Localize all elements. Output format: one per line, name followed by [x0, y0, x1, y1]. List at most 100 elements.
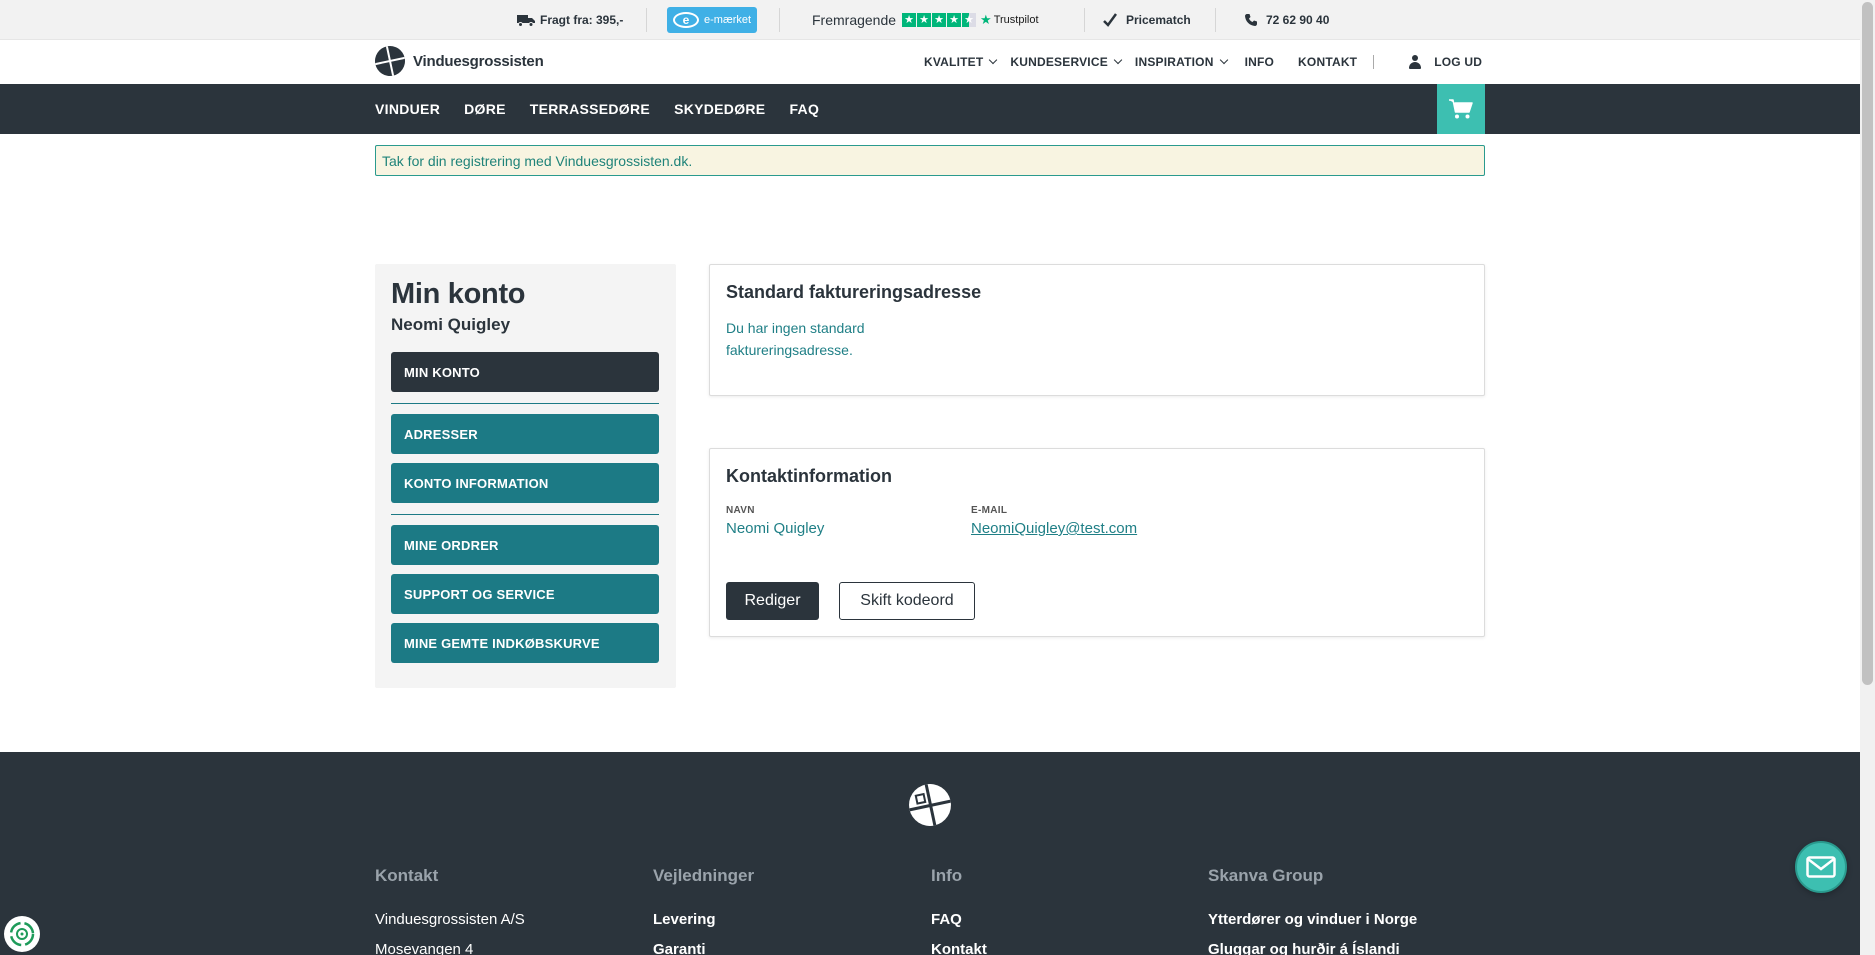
nav-label: KONTAKT: [1298, 55, 1358, 69]
footer-text: Vinduesgrossisten A/S: [375, 911, 525, 928]
trustpilot-logo: ★ Trustpilot: [980, 12, 1038, 28]
chat-button[interactable]: [1795, 841, 1847, 893]
account-sidebar: Min konto Neomi Quigley MIN KONTO ADRESS…: [375, 264, 676, 688]
top-navigation: KVALITET KUNDESERVICE INSPIRATION INFO K…: [924, 40, 1482, 84]
user-icon: [1408, 55, 1422, 69]
phone-usp[interactable]: 72 62 90 40: [1244, 0, 1329, 40]
sidebar-item-mine-ordrer[interactable]: MINE ORDRER: [391, 525, 659, 565]
site-logo[interactable]: Vinduesgrossisten: [372, 43, 544, 79]
logout-link[interactable]: LOG UD: [1408, 55, 1482, 69]
sidebar-divider: [391, 403, 659, 404]
nav-kvalitet[interactable]: KVALITET: [924, 55, 998, 69]
pricematch-usp[interactable]: Pricematch: [1103, 0, 1191, 40]
site-header: Vinduesgrossisten KVALITET KUNDESERVICE …: [0, 40, 1875, 84]
chevron-down-icon: [1219, 55, 1228, 65]
footer-link[interactable]: Levering: [653, 905, 754, 935]
shipping-text: Fragt fra: 395,-: [540, 13, 624, 27]
envelope-icon: [1806, 856, 1836, 878]
truck-icon: [517, 14, 535, 27]
site-footer: Kontakt Vinduesgrossisten A/S Mosevangen…: [0, 752, 1860, 955]
footer-text: Mosevangen 4: [375, 941, 474, 955]
star-icon: ★: [917, 13, 932, 27]
shipping-usp[interactable]: Fragt fra: 395,-: [517, 0, 623, 40]
nav-label: KVALITET: [924, 55, 984, 69]
footer-heading: Kontakt: [375, 866, 439, 885]
nav-terrassedoere[interactable]: TERRASSEDØRE: [530, 101, 650, 117]
rating-label: Fremragende: [812, 12, 897, 28]
billing-line-1: Du har ingen standard: [726, 320, 865, 336]
phone-icon: [1245, 14, 1257, 26]
change-password-button[interactable]: Skift kodeord: [839, 582, 975, 620]
half-star-icon: ★: [962, 13, 977, 27]
category-links: VINDUER DØRE TERRASSEDØRE SKYDEDØRE FAQ: [375, 84, 819, 134]
phone-number: 72 62 90 40: [1266, 13, 1330, 27]
logo-icon: [372, 43, 408, 79]
footer-link[interactable]: Kontakt: [931, 935, 987, 955]
nav-faq[interactable]: FAQ: [789, 101, 819, 117]
footer-link[interactable]: Gluggar og hurðir á Íslandi: [1208, 935, 1417, 955]
sidebar-item-konto-information[interactable]: KONTO INFORMATION: [391, 463, 659, 503]
footer-column-info: Info FAQ Kontakt: [931, 866, 987, 955]
footer-link[interactable]: Garanti: [653, 935, 754, 955]
email-label: E-MAIL: [971, 505, 1008, 516]
billing-title: Standard faktureringsadresse: [726, 282, 982, 302]
star-icon: ★: [932, 13, 947, 27]
nav-kundeservice[interactable]: KUNDESERVICE: [1010, 55, 1123, 69]
footer-link[interactable]: FAQ: [931, 905, 987, 935]
pricematch-text: Pricematch: [1126, 13, 1191, 27]
name-field: NAVN Neomi Quigley: [726, 505, 824, 540]
nav-info[interactable]: INFO: [1245, 55, 1274, 69]
sidebar-title: Min konto: [391, 278, 526, 310]
footer-heading: Info: [931, 866, 963, 885]
usp-divider: [1215, 8, 1216, 32]
sidebar-item-adresser[interactable]: ADRESSER: [391, 414, 659, 454]
footer-column-vejledninger: Vejledninger Levering Garanti: [653, 866, 754, 955]
nav-label: KUNDESERVICE: [1010, 55, 1108, 69]
nav-vinduer[interactable]: VINDUER: [375, 101, 440, 117]
nav-label: INSPIRATION: [1134, 55, 1214, 69]
contact-info-card: Kontaktinformation NAVN Neomi Quigley E-…: [709, 448, 1485, 637]
nav-inspiration[interactable]: INSPIRATION: [1134, 55, 1228, 69]
cart-button[interactable]: [1437, 84, 1485, 134]
nav-divider: [1373, 55, 1375, 69]
sidebar-user-name: Neomi Quigley: [391, 315, 511, 334]
billing-empty-message: Du har ingen standard faktureringsadress…: [726, 317, 1468, 361]
star-icon: ★: [947, 13, 962, 27]
trustpilot-star-icon: ★: [980, 12, 992, 27]
sidebar-item-mine-gemte-indkoebskurve[interactable]: MINE GEMTE INDKØBSKURVE: [391, 623, 659, 663]
cookie-consent-button[interactable]: [4, 916, 40, 952]
nav-doere[interactable]: DØRE: [464, 101, 506, 117]
edit-button[interactable]: Rediger: [726, 582, 819, 620]
name-label: NAVN: [726, 505, 755, 516]
footer-heading: Skanva Group: [1208, 866, 1324, 885]
sidebar-item-support-og-service[interactable]: SUPPORT OG SERVICE: [391, 574, 659, 614]
nav-label: INFO: [1244, 55, 1275, 69]
footer-link[interactable]: Ytterdører og vinduer i Norge: [1208, 905, 1417, 935]
chevron-down-icon: [1113, 55, 1123, 65]
footer-logo-icon[interactable]: [905, 780, 955, 830]
nav-skydedoere[interactable]: SKYDEDØRE: [674, 101, 765, 117]
emark-icon: e: [673, 12, 699, 28]
page-scrollbar[interactable]: [1860, 0, 1875, 955]
usp-divider: [646, 8, 647, 32]
trustpilot-rating[interactable]: Fremragende ★ ★ ★ ★ ★ ★ Trustpilot: [812, 0, 1039, 40]
footer-column-skanva-group: Skanva Group Ytterdører og vinduer i Nor…: [1208, 866, 1417, 955]
scrollbar-thumb[interactable]: [1862, 2, 1873, 685]
trustpilot-text: Trustpilot: [993, 14, 1039, 26]
usp-divider: [779, 8, 780, 32]
emark-badge[interactable]: e e-mærket: [667, 0, 758, 40]
sidebar-item-min-konto[interactable]: MIN KONTO: [391, 352, 659, 392]
star-icon: ★: [902, 13, 917, 27]
usp-bar: Fragt fra: 395,- e e-mærket Fremragende …: [0, 0, 1875, 40]
chevron-down-icon: [989, 55, 998, 65]
cookie-icon: [9, 921, 35, 947]
emark-text: e-mærket: [704, 14, 752, 26]
email-link[interactable]: NeomiQuigley@test.com: [971, 518, 1137, 540]
nav-kontakt[interactable]: KONTAKT: [1298, 55, 1357, 69]
checkmark-icon: [1103, 13, 1117, 27]
footer-heading: Vejledninger: [653, 866, 755, 885]
billing-line-2: faktureringsadresse.: [726, 342, 853, 358]
sidebar-divider: [391, 514, 659, 515]
logo-text: Vinduesgrossisten: [413, 52, 544, 70]
contact-title: Kontaktinformation: [726, 466, 892, 486]
